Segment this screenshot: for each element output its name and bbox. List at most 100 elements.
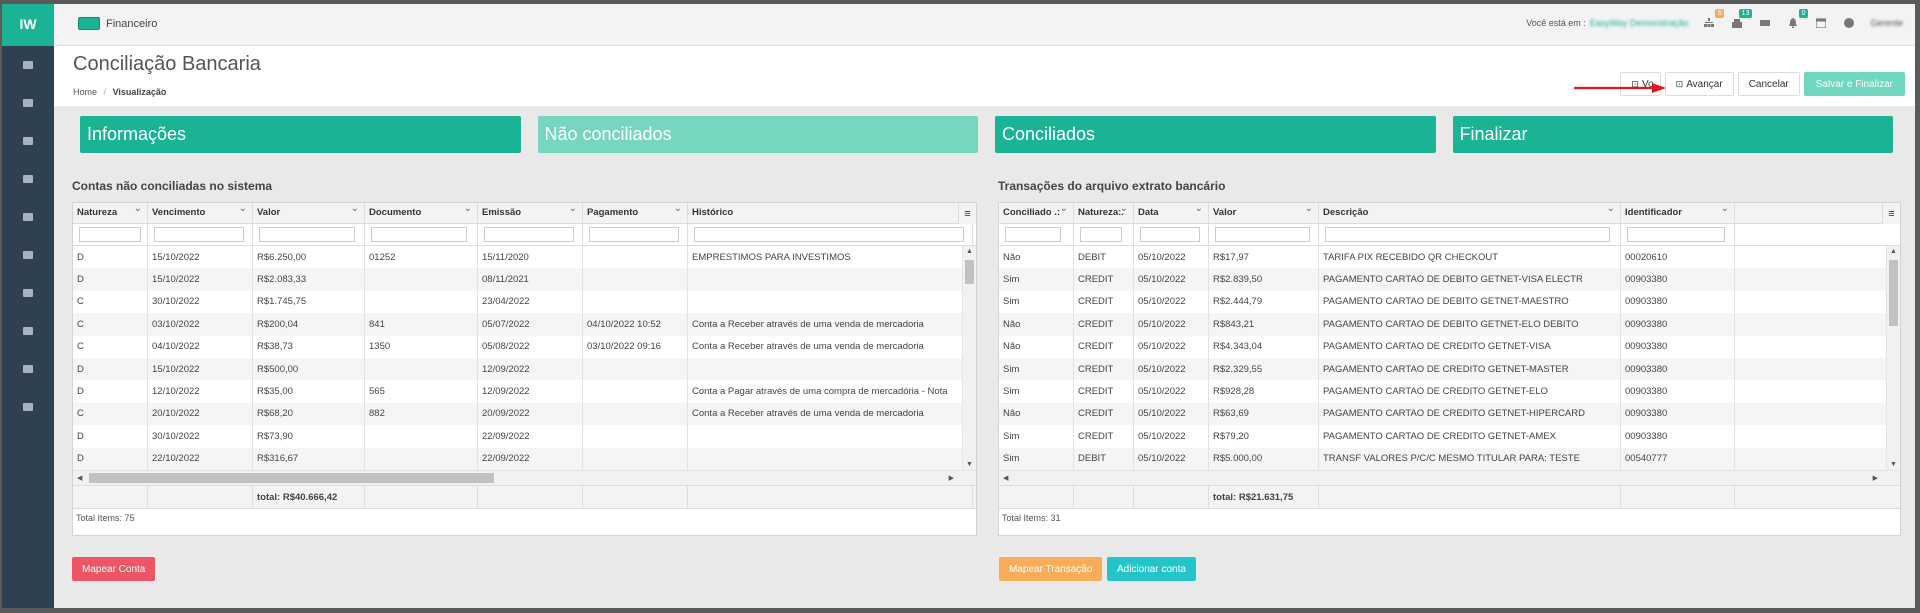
card-alt-icon[interactable] (2, 312, 54, 350)
column-header[interactable]: Data (1134, 203, 1209, 224)
document-icon[interactable] (2, 350, 54, 388)
table-row[interactable]: Não DEBIT 05/10/2022 R$17,97 TARIFA PIX RECE… (999, 246, 1900, 269)
table-row[interactable]: D 12/10/2022 R$35,00 565 12/09/2022 Conta a P… (73, 380, 976, 403)
sitemap-icon[interactable]: 5 (1702, 9, 1725, 30)
book-icon[interactable] (2, 236, 54, 274)
table-row[interactable]: Sim CREDIT 05/10/2022 R$2.444,79 PAGAMENTO C… (999, 290, 1900, 314)
horizontal-scrollbar[interactable]: ◀ ▶ (999, 470, 1900, 485)
column-header[interactable]: Documento (365, 203, 478, 224)
grid-menu-icon[interactable]: ≡ (958, 203, 976, 224)
table-row[interactable]: Sim CREDIT 05/10/2022 R$2.329,55 PAGAMENTO C… (999, 357, 1900, 381)
scroll-right-icon[interactable]: ▶ (949, 474, 954, 482)
wizard-step[interactable]: Informações (80, 116, 521, 153)
wizard-step[interactable]: Não conciliados (537, 116, 978, 153)
calendar-icon[interactable] (1814, 16, 1828, 30)
scroll-thumb[interactable] (965, 260, 974, 284)
table-row[interactable]: C 03/10/2022 R$200,04 841 05/07/2022 04/10/20… (73, 313, 976, 336)
table-row[interactable]: D 15/10/2022 R$6.250,00 01252 15/11/2020 EMPR… (73, 246, 976, 269)
table-cell: 03/10/2022 (148, 313, 253, 336)
copy-icon[interactable] (2, 388, 54, 426)
table-row[interactable]: Sim CREDIT 05/10/2022 R$79,20 PAGAMENTO CART… (999, 425, 1900, 448)
filter-input[interactable] (154, 227, 244, 242)
card-icon[interactable] (1758, 16, 1772, 30)
table-cell: CREDIT (1074, 290, 1134, 314)
map-account-button[interactable]: Mapear Conta (72, 557, 156, 581)
help-icon[interactable] (1842, 16, 1856, 30)
filter-input[interactable] (259, 227, 355, 242)
table-row[interactable]: D 15/10/2022 R$500,00 12/09/2022 (73, 357, 976, 381)
table-cell (583, 425, 688, 448)
filter-input[interactable] (1140, 227, 1200, 242)
add-account-button[interactable]: Adicionar conta (1107, 557, 1196, 581)
scroll-down-icon[interactable]: ▼ (966, 461, 973, 468)
bell-icon[interactable]: 0 (1786, 9, 1809, 30)
footer-cell (73, 486, 148, 509)
filter-input[interactable] (1627, 227, 1725, 242)
scroll-left-icon[interactable]: ◀ (1003, 474, 1008, 482)
column-header[interactable]: Vencimento (148, 203, 253, 224)
filter-input[interactable] (1325, 227, 1610, 242)
filter-input[interactable] (1080, 227, 1122, 242)
column-header[interactable]: Descrição (1319, 203, 1621, 224)
wizard-step[interactable]: Finalizar (1452, 116, 1893, 153)
column-header[interactable]: Conciliado .: (999, 203, 1074, 224)
company-name[interactable]: EasyWay Demonstração (1590, 18, 1689, 28)
bar-chart-icon[interactable] (2, 198, 54, 236)
avancar-button[interactable]: ⊡ Avançar (1664, 72, 1734, 96)
column-header[interactable]: Natureza (73, 203, 148, 224)
table-row[interactable]: D 30/10/2022 R$73,90 22/09/2022 (73, 425, 976, 448)
user-name[interactable]: Gerente (1870, 18, 1903, 28)
building-icon[interactable]: 13 (1730, 9, 1753, 30)
column-header[interactable]: Valor (253, 203, 365, 224)
vertical-scrollbar[interactable]: ▲ ▼ (1886, 246, 1900, 470)
column-header[interactable]: Valor (1209, 203, 1319, 224)
filter-input[interactable] (371, 227, 467, 242)
grid-menu-icon[interactable]: ≡ (1882, 203, 1900, 224)
table-row[interactable]: Sim DEBIT 05/10/2022 R$5.000,00 TRANSF VALOR… (999, 447, 1900, 470)
scroll-up-icon[interactable]: ▲ (966, 248, 973, 255)
filter-input[interactable] (589, 227, 679, 242)
table-row[interactable]: D 15/10/2022 R$2.083,33 08/11/2021 (73, 268, 976, 291)
table-row[interactable]: Não CREDIT 05/10/2022 R$4.343,04 PAGAMENTO C… (999, 335, 1900, 358)
cloud-upload-icon[interactable] (2, 122, 54, 160)
person-icon[interactable] (2, 46, 54, 84)
scroll-up-icon[interactable]: ▲ (1890, 248, 1897, 255)
column-header[interactable]: Identificador (1621, 203, 1735, 224)
cancel-button[interactable]: Cancelar (1737, 72, 1800, 96)
cloud-icon[interactable] (2, 84, 54, 122)
table-row[interactable]: C 04/10/2022 R$38,73 1350 05/08/2022 03/10/20… (73, 335, 976, 358)
map-transaction-button[interactable]: Mapear Transação (999, 557, 1103, 581)
scroll-thumb[interactable] (1889, 260, 1898, 326)
column-header[interactable]: Natureza:. (1074, 203, 1134, 224)
column-header[interactable]: Pagamento (583, 203, 688, 224)
column-header[interactable]: Emissão (478, 203, 583, 224)
table-row[interactable]: C 20/10/2022 R$68,20 882 20/09/2022 Conta a R… (73, 402, 976, 426)
save-finish-button[interactable]: Salvar e Finalizar (1803, 72, 1905, 96)
table-row[interactable]: Não CREDIT 05/10/2022 R$843,21 PAGAMENTO CAR… (999, 313, 1900, 336)
table-row[interactable]: Sim CREDIT 05/10/2022 R$928,28 PAGAMENTO CAR… (999, 380, 1900, 403)
filter-input[interactable] (1215, 227, 1310, 242)
table-row[interactable]: D 22/10/2022 R$316,67 22/09/2022 (73, 447, 976, 470)
scroll-down-icon[interactable]: ▼ (1890, 461, 1897, 468)
scroll-thumb[interactable] (89, 473, 494, 483)
column-header[interactable]: Histórico (688, 203, 973, 224)
table-row[interactable]: Sim CREDIT 05/10/2022 R$2.839,50 PAGAMENTO C… (999, 268, 1900, 291)
page-header: Conciliação Bancaria Home / Visualização… (54, 46, 1915, 106)
vertical-scrollbar[interactable]: ▲ ▼ (962, 246, 976, 470)
scroll-right-icon[interactable]: ▶ (1873, 474, 1878, 482)
horizontal-scrollbar[interactable]: ◀ ▶ (73, 470, 976, 485)
table-row[interactable]: C 30/10/2022 R$1.745,75 23/04/2022 (73, 290, 976, 314)
module-indicator[interactable]: Financeiro (78, 17, 157, 30)
filter-input[interactable] (1005, 227, 1061, 242)
list-icon[interactable] (2, 274, 54, 312)
filter-input[interactable] (484, 227, 574, 242)
breadcrumb-home[interactable]: Home (73, 87, 97, 97)
filter-input[interactable] (79, 227, 141, 242)
table-row[interactable]: Não CREDIT 05/10/2022 R$63,69 PAGAMENTO CART… (999, 402, 1900, 426)
filter-input[interactable] (694, 227, 964, 242)
app-logo[interactable]: IW (2, 4, 54, 46)
wizard-step[interactable]: Conciliados (995, 116, 1436, 153)
card-icon[interactable] (2, 160, 54, 198)
scroll-left-icon[interactable]: ◀ (77, 474, 82, 482)
table-cell: CREDIT (1074, 380, 1134, 403)
